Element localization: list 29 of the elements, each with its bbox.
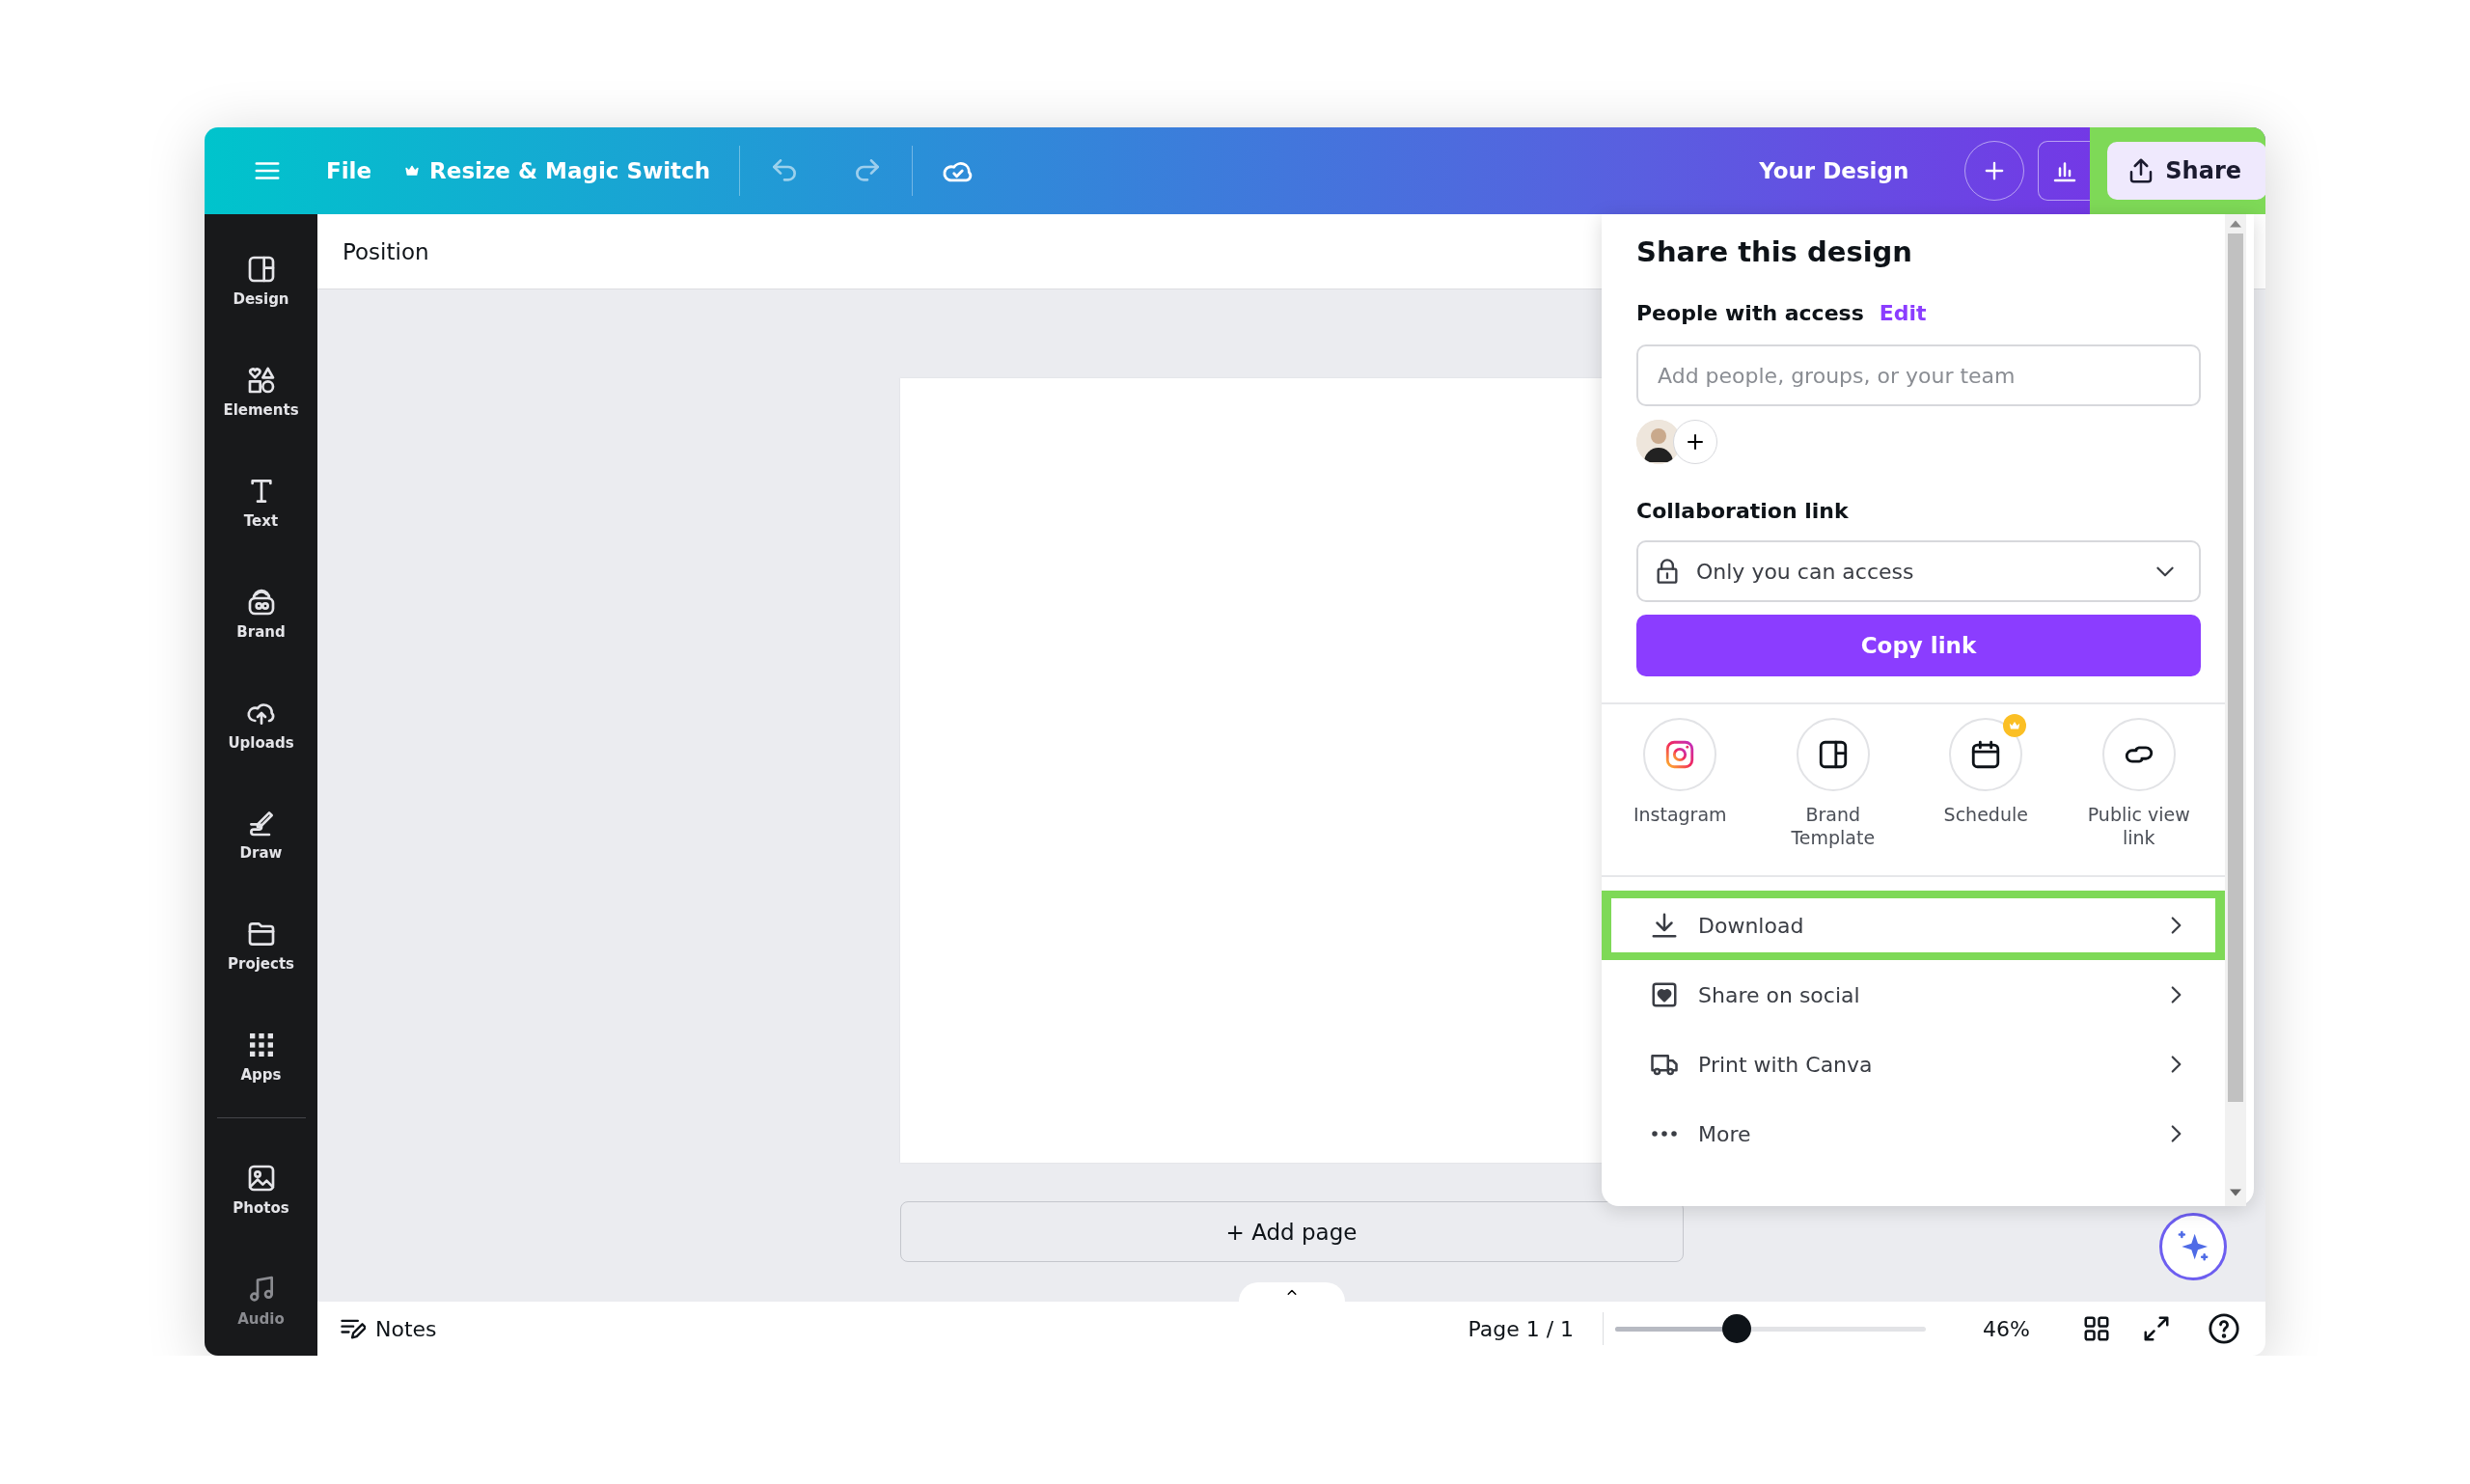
panel-title: Share this design [1636,234,1913,270]
share-target[interactable]: Instagram [1618,718,1743,849]
sidebar-item[interactable]: Draw [207,780,315,891]
share-target[interactable]: Brand Template [1770,718,1895,849]
access-dropdown[interactable]: Only you can access [1636,540,2201,602]
design-title[interactable]: Your Design [1759,158,1909,183]
share-target[interactable]: Public view link [2076,718,2201,849]
notes-button[interactable]: Notes [335,1311,441,1346]
share-target[interactable]: Schedule [1924,718,2048,849]
sidebar-item[interactable]: Audio [207,1245,315,1356]
sidebar-item[interactable]: Uploads [207,669,315,780]
sidebar-item[interactable]: Projects [207,890,315,1002]
edit-link[interactable]: Edit [1879,301,1927,325]
zoom-reading[interactable]: 46% [1979,1312,2034,1345]
share-button[interactable]: Share [2107,142,2265,200]
section-label: People with access [1636,301,1864,325]
add-page-button[interactable]: + Add page [899,1201,1684,1262]
sidebar-item[interactable]: Brand [207,558,315,670]
position-button[interactable]: Position [343,238,429,264]
sidebar-item[interactable]: Design [207,226,315,337]
copy-link-button[interactable]: Copy link [1636,615,2201,676]
people-field[interactable]: Add people, groups, or your team [1636,344,2201,406]
sidebar-item[interactable]: Elements [207,336,315,448]
menu-item[interactable]: Download [1611,898,2215,952]
sidebar-item[interactable]: Photos [207,1134,315,1246]
section-label: Collaboration link [1636,499,1850,523]
sidebar-item[interactable]: Apps [207,1001,315,1113]
sidebar-item[interactable]: Text [207,447,315,559]
page-indicator[interactable]: Page 1 / 1 [1464,1312,1578,1345]
